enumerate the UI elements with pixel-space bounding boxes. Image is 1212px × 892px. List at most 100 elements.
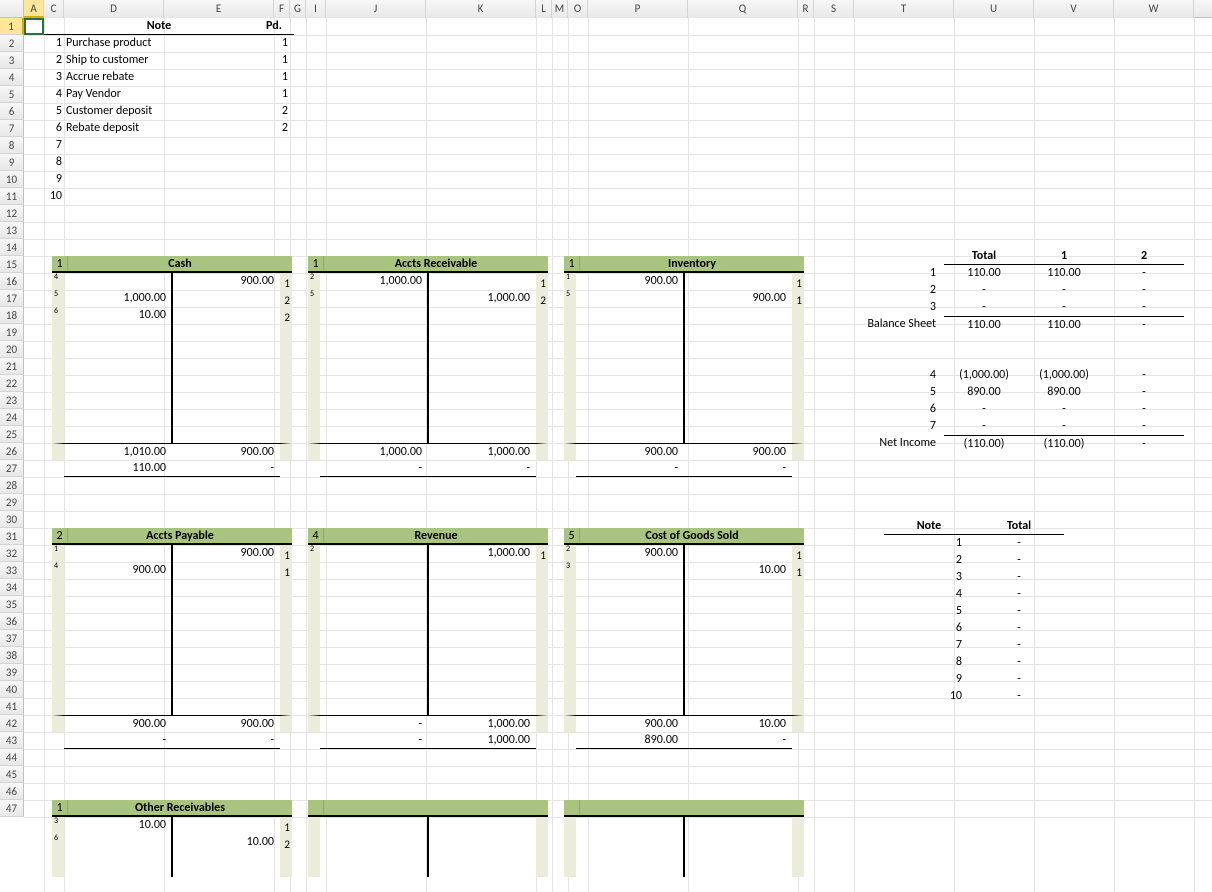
nt-row[interactable]: 4-	[884, 586, 1064, 603]
row-header-10[interactable]: 10	[0, 171, 24, 188]
row-header-12[interactable]: 12	[0, 205, 24, 222]
row-header-43[interactable]: 43	[0, 732, 24, 749]
row-header-23[interactable]: 23	[0, 392, 24, 409]
t-account-entry[interactable]: 51,000.002	[320, 290, 536, 307]
row-header-11[interactable]: 11	[0, 188, 24, 205]
t-account-title[interactable]	[564, 800, 804, 817]
column-header-e[interactable]: E	[164, 0, 274, 18]
column-header-w[interactable]: W	[1114, 0, 1194, 18]
t-account-body[interactable]: 4900.00151,000.002610.002	[52, 273, 292, 443]
t-account-entry[interactable]: 610.002	[64, 307, 280, 324]
t-account-body[interactable]	[308, 817, 548, 877]
row-header-38[interactable]: 38	[0, 647, 24, 664]
row-header-16[interactable]: 16	[0, 273, 24, 290]
row-header-46[interactable]: 46	[0, 783, 24, 800]
row-header-19[interactable]: 19	[0, 324, 24, 341]
column-header-p[interactable]: P	[588, 0, 688, 18]
t-account-entry[interactable]: 4900.001	[64, 562, 280, 579]
row-header-4[interactable]: 4	[0, 69, 24, 86]
nt-row[interactable]: 8-	[884, 654, 1064, 671]
row-header-2[interactable]: 2	[0, 35, 24, 52]
row-header-34[interactable]: 34	[0, 579, 24, 596]
row-header-35[interactable]: 35	[0, 596, 24, 613]
t-account-body[interactable]: 21,000.001	[308, 545, 548, 715]
row-header-8[interactable]: 8	[0, 137, 24, 154]
row-header-30[interactable]: 30	[0, 511, 24, 528]
t-account-entry[interactable]: 51,000.002	[64, 290, 280, 307]
row-header-13[interactable]: 13	[0, 222, 24, 239]
notes-row[interactable]: 8	[44, 154, 294, 171]
row-header-22[interactable]: 22	[0, 375, 24, 392]
summary-row[interactable]: 4(1,000.00)(1,000.00)-	[844, 367, 1184, 384]
t-account-entry[interactable]: 310.001	[64, 817, 280, 834]
column-header-g[interactable]: G	[290, 0, 306, 18]
active-cell-a1[interactable]	[24, 18, 44, 35]
summary-row[interactable]: 2---	[844, 282, 1184, 299]
t-account-entry[interactable]: 1900.001	[64, 545, 280, 562]
row-header-36[interactable]: 36	[0, 613, 24, 630]
row-header-25[interactable]: 25	[0, 426, 24, 443]
notes-row[interactable]: 1Purchase product1	[44, 35, 294, 52]
row-header-5[interactable]: 5	[0, 86, 24, 103]
column-header-t[interactable]: T	[854, 0, 954, 18]
t-account-entry[interactable]: 5900.001	[576, 290, 792, 307]
row-header-24[interactable]: 24	[0, 409, 24, 426]
t-account-entry[interactable]: 21,000.001	[320, 545, 536, 562]
column-header-l[interactable]: L	[536, 0, 552, 18]
column-header-m[interactable]: M	[552, 0, 568, 18]
row-header-9[interactable]: 9	[0, 154, 24, 171]
t-account-body[interactable]: 1900.0014900.001	[52, 545, 292, 715]
summary-row[interactable]: 6---	[844, 401, 1184, 418]
row-header-18[interactable]: 18	[0, 307, 24, 324]
column-header-q[interactable]: Q	[688, 0, 798, 18]
nt-row[interactable]: 5-	[884, 603, 1064, 620]
row-header-14[interactable]: 14	[0, 239, 24, 256]
row-header-29[interactable]: 29	[0, 494, 24, 511]
column-header-d[interactable]: D	[64, 0, 164, 18]
row-header-44[interactable]: 44	[0, 749, 24, 766]
nt-row[interactable]: 6-	[884, 620, 1064, 637]
row-header-47[interactable]: 47	[0, 800, 24, 817]
t-account-title[interactable]: 1Accts Receivable	[308, 256, 548, 273]
column-header-o[interactable]: O	[568, 0, 588, 18]
column-header-a[interactable]: A	[24, 0, 44, 18]
t-account-body[interactable]: 21,000.00151,000.002	[308, 273, 548, 443]
summary-row[interactable]: 1110.00110.00-	[844, 265, 1184, 282]
row-header-17[interactable]: 17	[0, 290, 24, 307]
t-account-entry[interactable]: 310.001	[576, 562, 792, 579]
row-header-28[interactable]: 28	[0, 477, 24, 494]
row-header-21[interactable]: 21	[0, 358, 24, 375]
t-account-entry[interactable]: 1900.001	[576, 273, 792, 290]
nt-row[interactable]: 7-	[884, 637, 1064, 654]
column-header-s[interactable]: S	[814, 0, 854, 18]
row-header-3[interactable]: 3	[0, 52, 24, 69]
summary-row[interactable]: 3---	[844, 299, 1184, 316]
summary-net-income[interactable]: Net Income(110.00)(110.00)-	[844, 435, 1184, 452]
column-header-c[interactable]: C	[44, 0, 64, 18]
row-header-33[interactable]: 33	[0, 562, 24, 579]
t-account-entry[interactable]: 610.002	[64, 834, 280, 851]
t-account-title[interactable]: 1Inventory	[564, 256, 804, 273]
t-account-title[interactable]: 4Revenue	[308, 528, 548, 545]
row-header-37[interactable]: 37	[0, 630, 24, 647]
select-all-corner[interactable]	[0, 0, 24, 18]
notes-row[interactable]: 10	[44, 188, 294, 205]
nt-row[interactable]: 10-	[884, 688, 1064, 705]
notes-row[interactable]: 5Customer deposit2	[44, 103, 294, 120]
summary-header[interactable]: Total12	[844, 248, 1184, 265]
nt-row[interactable]: 2-	[884, 552, 1064, 569]
column-header-u[interactable]: U	[954, 0, 1034, 18]
row-header-45[interactable]: 45	[0, 766, 24, 783]
row-header-6[interactable]: 6	[0, 103, 24, 120]
summary-row[interactable]: 7---	[844, 418, 1184, 435]
row-header-27[interactable]: 27	[0, 460, 24, 477]
column-header-v[interactable]: V	[1034, 0, 1114, 18]
row-header-32[interactable]: 32	[0, 545, 24, 562]
nt-row[interactable]: 9-	[884, 671, 1064, 688]
row-header-41[interactable]: 41	[0, 698, 24, 715]
t-account-entry[interactable]: 21,000.001	[320, 273, 536, 290]
column-header-j[interactable]: J	[326, 0, 426, 18]
t-account-entry[interactable]: 2900.001	[576, 545, 792, 562]
t-account-body[interactable]: 2900.001310.001	[564, 545, 804, 715]
column-header-k[interactable]: K	[426, 0, 536, 18]
